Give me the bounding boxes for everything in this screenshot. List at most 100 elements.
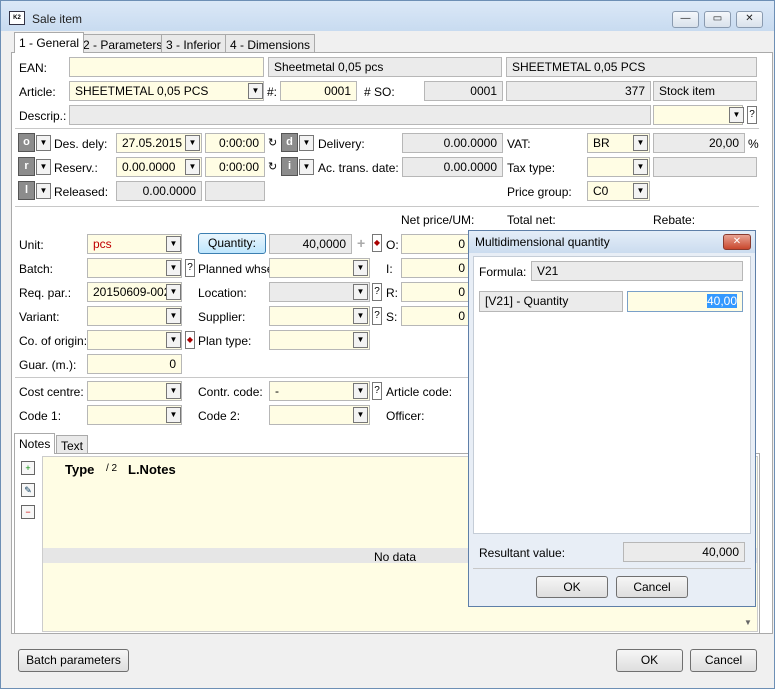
edit-note-icon[interactable]: ✎ [21,483,35,497]
close-button[interactable]: ✕ [736,11,763,28]
net-price-label: Net price/UM: [401,213,475,227]
i-dropdown-icon[interactable]: ▼ [299,159,314,175]
i-value[interactable]: 0 [401,258,471,278]
descrip-dropdown-icon[interactable]: ▼ [729,107,744,123]
tab-parameters[interactable]: 2 - Parameters [78,34,168,53]
co-origin-dropdown-icon[interactable]: ▼ [166,332,181,348]
tab-inferior[interactable]: 3 - Inferior [161,34,226,53]
vat-dropdown-icon[interactable]: ▼ [633,135,648,151]
s-value[interactable]: 0 [401,306,471,326]
delete-note-icon[interactable]: − [21,505,35,519]
reset-icon[interactable]: ↻ [268,160,277,173]
unit-dropdown-icon[interactable]: ▼ [166,236,181,252]
so-label: # SO: [364,85,395,99]
batch-help-icon[interactable]: ? [185,259,195,277]
dialog-cancel-button[interactable]: Cancel [616,576,688,598]
contr-code-dropdown-icon[interactable]: ▼ [353,383,368,399]
batch-dropdown-icon[interactable]: ▼ [166,260,181,276]
r-dropdown-icon[interactable]: ▼ [36,159,51,175]
supplier-help-icon[interactable]: ? [372,307,382,325]
des-dely-dropdown-icon[interactable]: ▼ [185,135,200,151]
article-input[interactable]: SHEETMETAL 0,05 PCS [69,81,264,101]
article-dropdown-icon[interactable]: ▼ [248,83,263,99]
o-value[interactable]: 0 [401,234,471,254]
descrip-label: Descrip.: [19,109,67,123]
batch-label: Batch: [19,262,54,276]
ok-button[interactable]: OK [616,649,683,672]
quantity-button[interactable]: Quantity: [198,233,266,254]
col-notes[interactable]: L.Notes [128,462,176,477]
tab-text[interactable]: Text [56,435,89,454]
plan-type-dropdown-icon[interactable]: ▼ [353,332,368,348]
location-help-icon[interactable]: ? [372,283,382,301]
i-button[interactable]: i [281,157,298,176]
ean-label: EAN: [19,61,48,75]
cost-centre-dropdown-icon[interactable]: ▼ [166,383,181,399]
d-button[interactable]: d [281,133,298,152]
v21-quantity-input[interactable]: 40,00 [627,291,743,312]
o-dropdown-icon[interactable]: ▼ [36,135,51,151]
dialog-close-button[interactable]: ✕ [723,234,751,250]
stock-item-field: Stock item [653,81,757,101]
i-label: I: [386,262,393,276]
variant-dropdown-icon[interactable]: ▼ [166,308,181,324]
guar-input[interactable]: 0 [87,354,182,374]
quantity-value: 40,0000 [269,234,352,254]
location-dropdown-icon[interactable]: ▼ [353,284,368,300]
tab-dimensions[interactable]: 4 - Dimensions [225,34,316,53]
updown-icon[interactable]: ◆ [372,234,382,252]
scroll-down-icon[interactable]: ▼ [740,615,756,631]
app-icon: K2 [9,11,25,25]
restore-button[interactable]: ▭ [704,11,731,28]
contr-code-label: Contr. code: [198,385,263,399]
tab-notes[interactable]: Notes [14,433,56,454]
col-type[interactable]: Type [65,462,94,477]
reset-icon[interactable]: ↻ [268,136,277,149]
contr-code-help-icon[interactable]: ? [372,382,382,400]
tab-general[interactable]: 1 - General [14,32,85,53]
dialog-ok-button[interactable]: OK [536,576,608,598]
title-bar: K2 Sale item — ▭ ✕ [1,1,774,31]
resultant-value: 40,000 [623,542,745,562]
reserv-label: Reserv.: [54,161,98,175]
code1-dropdown-icon[interactable]: ▼ [166,407,181,423]
code2-dropdown-icon[interactable]: ▼ [353,407,368,423]
minimize-button[interactable]: — [672,11,699,28]
hash-input[interactable]: 0001 [280,81,357,101]
vat-unit: % [748,137,759,151]
l-dropdown-icon[interactable]: ▼ [36,183,51,199]
r-button[interactable]: r [18,157,35,176]
updown-icon[interactable]: ◆ [185,331,195,349]
tax-type-label: Tax type: [507,161,556,175]
price-group-dropdown-icon[interactable]: ▼ [633,183,648,199]
so-number: 0001 [424,81,503,101]
guar-label: Guar. (m.): [19,358,77,372]
planned-whse-dropdown-icon[interactable]: ▼ [353,260,368,276]
req-par-dropdown-icon[interactable]: ▼ [166,284,181,300]
descrip-help-icon[interactable]: ? [747,106,757,124]
plus-icon[interactable]: + [357,235,365,251]
batch-parameters-button[interactable]: Batch parameters [18,649,129,672]
supplier-dropdown-icon[interactable]: ▼ [353,308,368,324]
des-dely-time[interactable]: 0:00:00 [205,133,265,153]
article-code-label: Article code: [386,385,453,399]
total-net-label: Total net: [507,213,556,227]
cancel-button[interactable]: Cancel [690,649,757,672]
description-input[interactable] [69,105,651,125]
col-sort[interactable]: / 2 [106,463,117,474]
req-par-label: Req. par.: [19,286,72,300]
l-button[interactable]: l [18,181,35,200]
v21-quantity-value: 40,00 [706,294,737,308]
no-data-text: No data [374,550,417,564]
reserv-time[interactable]: 0:00:00 [205,157,265,177]
resultant-label: Resultant value: [479,546,566,560]
formula-label: Formula: [479,265,527,279]
d-dropdown-icon[interactable]: ▼ [299,135,314,151]
reserv-dropdown-icon[interactable]: ▼ [185,159,200,175]
r-value[interactable]: 0 [401,282,471,302]
add-note-icon[interactable]: + [21,461,35,475]
s-label: S: [386,310,398,324]
o-button[interactable]: o [18,133,35,152]
ean-input[interactable] [69,57,264,77]
tax-type-dropdown-icon[interactable]: ▼ [633,159,648,175]
